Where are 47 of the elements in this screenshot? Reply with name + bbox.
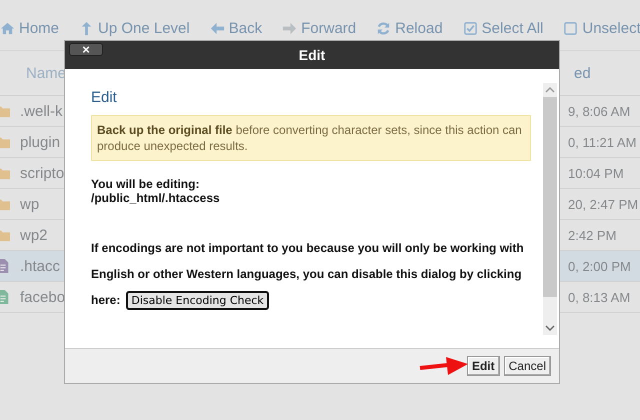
folder-icon bbox=[0, 166, 10, 180]
dialog-title: Edit bbox=[298, 47, 326, 63]
close-button[interactable]: × bbox=[69, 43, 103, 56]
toolbar-button[interactable]: Up One Level bbox=[79, 20, 201, 36]
checkbox-checked-icon bbox=[462, 20, 478, 36]
disable-encoding-button[interactable]: Disable Encoding Check bbox=[126, 290, 269, 310]
modified-date: 0, 2:00 PM bbox=[568, 258, 632, 274]
file-name: plugin bbox=[20, 134, 60, 150]
folder-icon bbox=[0, 135, 10, 149]
modified-date: 20, 2:47 PM bbox=[568, 196, 640, 212]
modified-date: 9, 8:06 AM bbox=[568, 104, 632, 118]
edit-button[interactable]: Edit bbox=[466, 356, 500, 376]
editing-label: You will be editing: bbox=[91, 177, 200, 191]
dialog-heading: Edit bbox=[91, 89, 118, 106]
folder-icon bbox=[0, 228, 10, 242]
home-icon bbox=[0, 20, 15, 36]
toolbar-button[interactable]: Back bbox=[210, 20, 274, 36]
column-header[interactable]: ed bbox=[574, 64, 640, 82]
folder-icon bbox=[0, 104, 10, 118]
file-name: facebo bbox=[20, 288, 66, 306]
here-label: here: bbox=[91, 292, 120, 309]
cancel-button[interactable]: Cancel bbox=[504, 356, 551, 376]
modified-date: 0, 8:13 AM bbox=[568, 290, 632, 304]
folder-icon bbox=[0, 197, 10, 211]
file-path: /public_html/.htaccess bbox=[91, 191, 221, 205]
toolbar-button[interactable]: Select All bbox=[462, 20, 554, 36]
file-name: wp bbox=[20, 196, 40, 212]
toolbar-button[interactable]: Forward bbox=[282, 20, 368, 36]
modified-date: 2:42 PM bbox=[568, 228, 618, 242]
scrollbar-thumb[interactable] bbox=[543, 97, 557, 297]
scrollbar[interactable] bbox=[543, 83, 557, 335]
file-name: .well-k bbox=[20, 102, 63, 120]
file-name: .htacc bbox=[20, 258, 60, 274]
toolbar-button[interactable]: Home bbox=[0, 20, 70, 36]
scroll-up-icon[interactable] bbox=[545, 87, 555, 93]
modified-date: 0, 11:21 AM bbox=[568, 134, 638, 150]
file-name: scripto bbox=[20, 164, 64, 182]
warning-notice: Back up the original file before converting character sets, since this action can produce unexpected results. bbox=[91, 115, 531, 161]
right-arrow-icon bbox=[282, 20, 298, 36]
toolbar-button[interactable]: Reload bbox=[376, 20, 454, 36]
arrow-annotation bbox=[418, 356, 470, 376]
scroll-down-icon[interactable] bbox=[545, 325, 555, 331]
file-name: wp2 bbox=[20, 226, 48, 244]
modified-date: 10:04 PM bbox=[568, 166, 625, 180]
checkbox-icon bbox=[563, 20, 578, 36]
left-arrow-icon bbox=[210, 20, 225, 36]
reload-icon bbox=[376, 20, 392, 36]
